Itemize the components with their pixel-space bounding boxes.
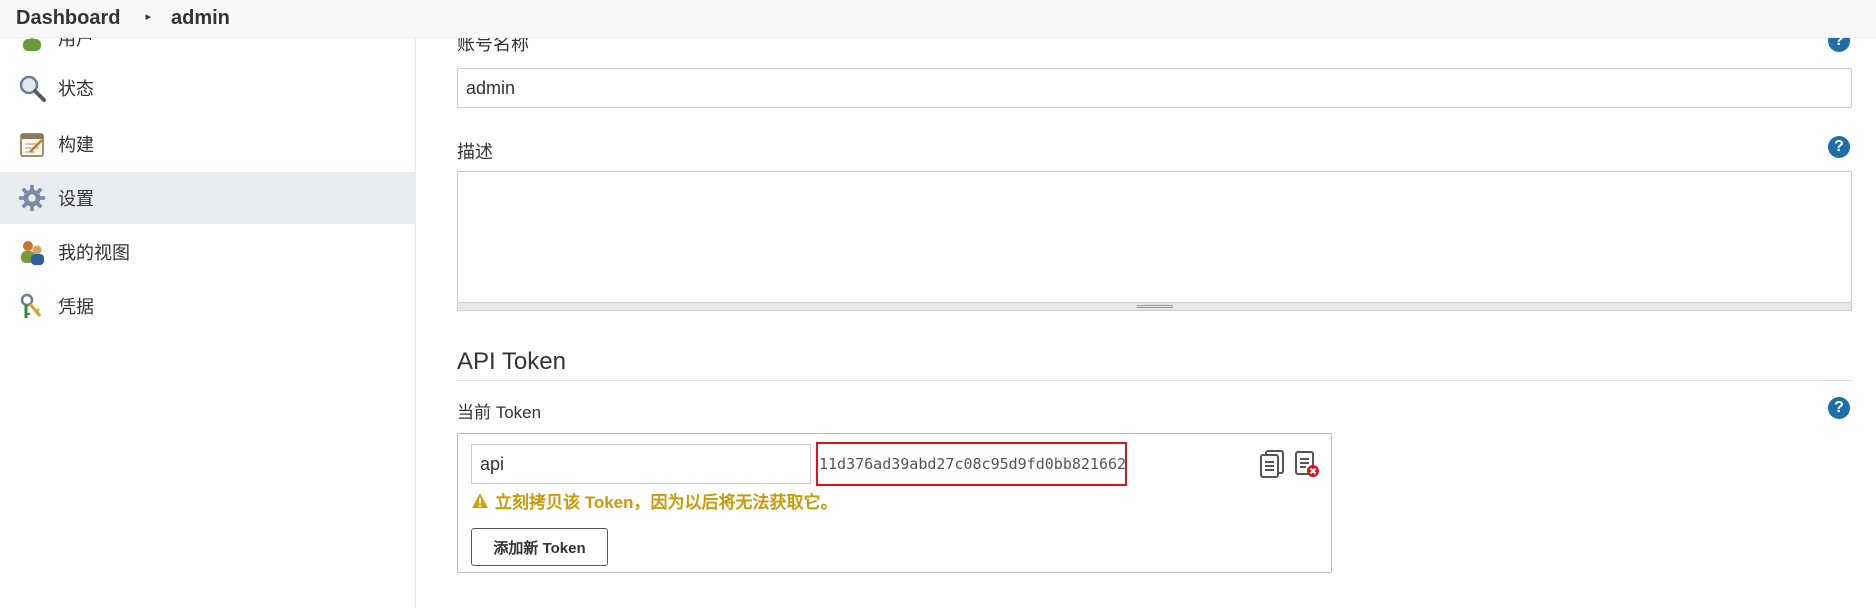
sidebar-item-settings[interactable]: 设置 (0, 172, 416, 224)
sidebar-item-status[interactable]: 状态 (0, 62, 416, 114)
token-panel: api 11d376ad39abd27c08c95d9fd0bb821662 立… (457, 433, 1332, 573)
breadcrumb-admin-link[interactable]: admin (171, 7, 230, 30)
current-token-label: 当前 Token (457, 403, 542, 422)
copy-icon[interactable] (1259, 450, 1285, 478)
account-name-input[interactable]: admin (457, 68, 1852, 108)
current-token-help-icon[interactable]: ? (1828, 397, 1850, 419)
section-divider (457, 380, 1852, 381)
revoke-token-icon[interactable] (1294, 450, 1320, 478)
sidebar-item-label: 设置 (58, 189, 94, 209)
grip-icon (1136, 305, 1173, 308)
textarea-expand-bar[interactable] (457, 303, 1852, 311)
breadcrumb-dashboard-link[interactable]: Dashboard (16, 7, 120, 30)
notepad-icon (18, 130, 46, 158)
sidebar-item-build[interactable]: 构建 (0, 118, 416, 170)
magnifier-icon (18, 74, 46, 102)
token-warning: 立刻拷贝该 Token，因为以后将无法获取它。 (471, 488, 838, 513)
token-warning-text: 立刻拷贝该 Token，因为以后将无法获取它。 (495, 493, 838, 512)
gear-icon (18, 184, 46, 212)
warning-icon (471, 492, 489, 509)
sidebar-item-credentials[interactable]: 凭据 (0, 280, 416, 332)
description-help-icon[interactable]: ? (1828, 136, 1850, 158)
description-textarea[interactable] (457, 171, 1852, 303)
sidebar: 用户 状态 构建 设置 我的视图 凭据 (0, 27, 416, 608)
sidebar-item-label: 我的视图 (58, 243, 130, 263)
api-token-section-title: API Token (457, 348, 566, 375)
sidebar-item-my-views[interactable]: 我的视图 (0, 226, 416, 278)
breadcrumb: Dashboard ▸ admin (0, 0, 1876, 38)
keys-icon (18, 292, 46, 320)
description-label: 描述 (457, 142, 493, 162)
token-name-input[interactable]: api (471, 444, 811, 484)
token-value-field[interactable]: 11d376ad39abd27c08c95d9fd0bb821662 (816, 442, 1127, 486)
breadcrumb-separator-icon[interactable]: ▸ (145, 10, 151, 23)
sidebar-item-label: 构建 (58, 135, 94, 155)
sidebar-item-label: 状态 (58, 79, 94, 99)
add-new-token-button[interactable]: 添加新 Token (471, 528, 608, 566)
sidebar-item-label: 凭据 (58, 297, 94, 317)
people-icon (18, 238, 46, 266)
